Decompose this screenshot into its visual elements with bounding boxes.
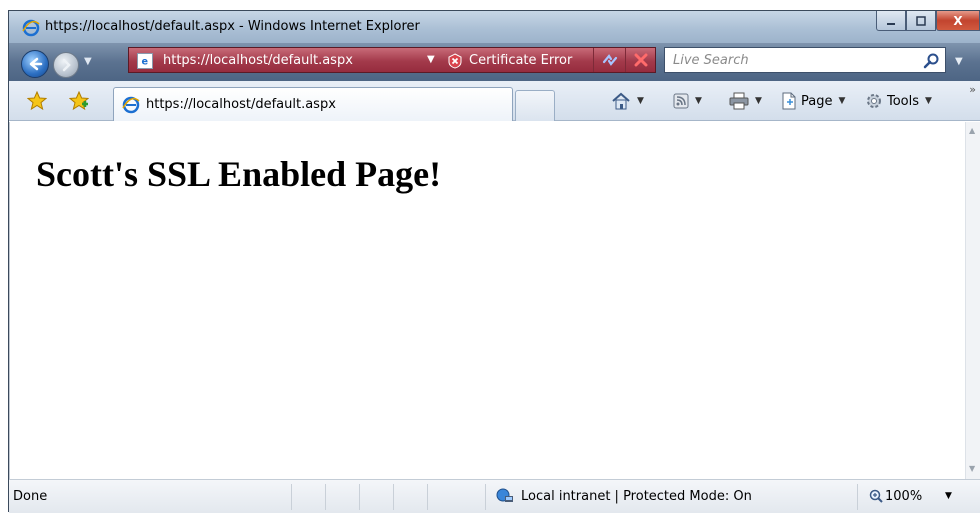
refresh-icon (602, 54, 617, 66)
tools-gear-icon (867, 94, 881, 108)
status-divider (393, 484, 394, 510)
stop-icon (634, 53, 647, 67)
page-heading: Scott's SSL Enabled Page! (36, 154, 442, 194)
ie-logo-icon (22, 19, 40, 37)
certificate-error-label[interactable]: Certificate Error (469, 53, 572, 68)
minimize-icon (887, 22, 895, 25)
vertical-scrollbar[interactable]: ▲ ▼ (965, 122, 980, 479)
print-button[interactable]: ▼ (729, 91, 762, 111)
intranet-zone-icon[interactable] (496, 488, 514, 504)
page-favicon-icon: e (137, 53, 153, 69)
back-arrow-icon (29, 57, 43, 71)
home-dropdown-icon[interactable]: ▼ (637, 96, 644, 106)
address-dropdown-icon[interactable]: ▼ (427, 54, 435, 65)
browser-window: https://localhost/default.aspx - Windows… (8, 10, 980, 513)
status-divider (325, 484, 326, 510)
zoom-level[interactable]: 100% (885, 489, 922, 504)
tools-menu-label: Tools (887, 93, 920, 109)
more-commands-chevron-icon[interactable]: » (969, 83, 976, 96)
status-divider (427, 484, 428, 510)
tab-current[interactable]: https://localhost/default.aspx (113, 87, 513, 121)
feeds-icon (673, 93, 689, 109)
tab-title: https://localhost/default.aspx (146, 97, 336, 112)
status-divider (359, 484, 360, 510)
window-title: https://localhost/default.aspx - Windows… (45, 19, 420, 34)
feeds-button[interactable]: ▼ (673, 91, 702, 111)
add-favorites-icon[interactable] (69, 91, 89, 111)
search-input[interactable]: Live Search (673, 53, 749, 68)
back-button[interactable] (21, 50, 49, 78)
status-divider (485, 484, 486, 510)
home-button[interactable]: ▼ (611, 91, 644, 111)
search-options-dropdown[interactable]: ▼ (955, 56, 963, 67)
status-text: Done (13, 489, 48, 504)
new-tab-button[interactable] (515, 90, 555, 121)
page-content: Scott's SSL Enabled Page! (9, 122, 965, 479)
page-margin (0, 0, 8, 512)
forward-button[interactable] (53, 52, 79, 78)
ie-logo-icon (122, 96, 140, 114)
navigation-bar: ▼ e https://localhost/default.aspx ▼ Cer… (9, 43, 980, 81)
feeds-dropdown-icon[interactable]: ▼ (695, 96, 702, 106)
search-icon[interactable] (923, 52, 941, 70)
maximize-button[interactable] (906, 11, 936, 31)
status-divider (857, 484, 858, 510)
tools-menu[interactable]: Tools ▼ (865, 91, 932, 111)
zoom-dropdown-icon[interactable]: ▼ (945, 491, 952, 501)
title-bar: https://localhost/default.aspx - Windows… (9, 11, 980, 43)
scroll-up-icon[interactable]: ▲ (969, 126, 975, 135)
minimize-button[interactable] (876, 11, 906, 31)
scroll-down-icon[interactable]: ▼ (969, 464, 975, 473)
command-bar: https://localhost/default.aspx ▼ ▼ ▼ Pag… (9, 81, 980, 121)
address-url[interactable]: https://localhost/default.aspx (163, 53, 353, 68)
maximize-icon (916, 15, 926, 26)
forward-arrow-icon (62, 58, 71, 72)
print-icon (729, 92, 749, 110)
page-icon (782, 92, 796, 110)
svg-text:e: e (142, 57, 149, 68)
window-controls: X (876, 11, 980, 33)
print-dropdown-icon[interactable]: ▼ (755, 96, 762, 106)
stop-button[interactable] (625, 48, 655, 72)
page-menu-label: Page (801, 93, 833, 109)
status-divider (291, 484, 292, 510)
address-bar[interactable]: e https://localhost/default.aspx ▼ Certi… (128, 47, 656, 73)
page-menu[interactable]: Page ▼ (781, 91, 845, 111)
recent-pages-dropdown[interactable]: ▼ (84, 56, 92, 67)
close-icon: X (953, 13, 963, 28)
home-icon (612, 92, 630, 110)
close-button[interactable]: X (936, 11, 980, 31)
page-dropdown-icon: ▼ (838, 96, 846, 106)
security-zone-label[interactable]: Local intranet | Protected Mode: On (521, 489, 752, 504)
favorites-star-icon[interactable] (27, 91, 47, 111)
refresh-button[interactable] (593, 48, 625, 72)
zoom-icon[interactable] (869, 489, 883, 503)
status-bar: Done Local intranet | Protected Mode: On… (9, 479, 980, 513)
tools-dropdown-icon: ▼ (925, 96, 932, 106)
search-box[interactable]: Live Search (664, 47, 946, 73)
certificate-error-icon[interactable] (447, 53, 463, 69)
